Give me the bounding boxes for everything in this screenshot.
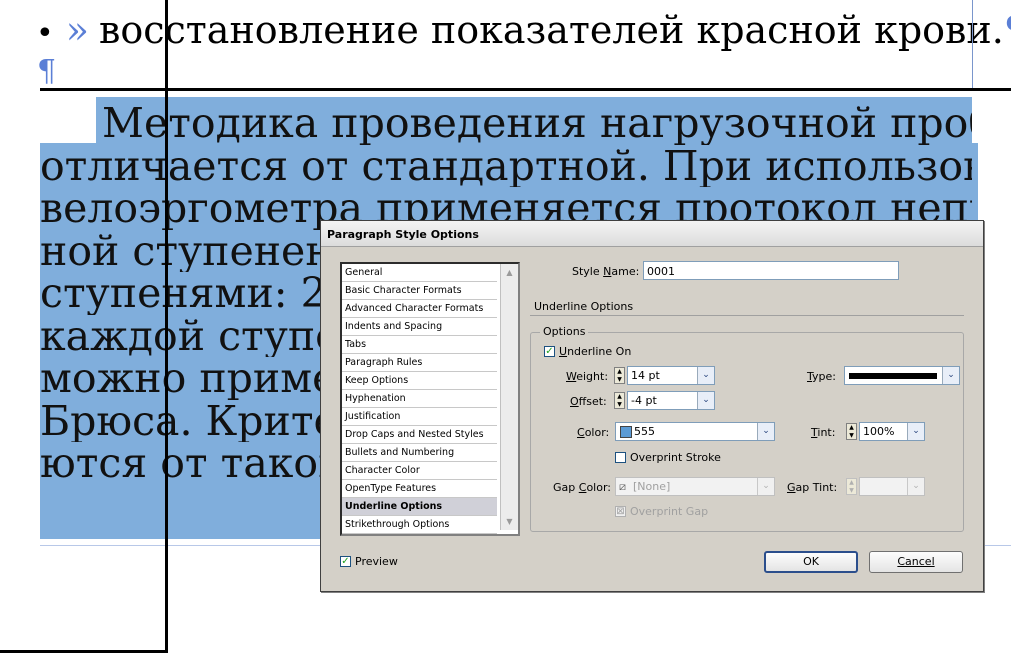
chevron-down-icon[interactable]: ⌄ [907,423,924,440]
tint-select[interactable]: 100% ⌄ [859,422,925,441]
pilcrow-mark-empty-line: ¶ [37,54,57,89]
category-list[interactable]: General Basic Character Formats Advanced C… [340,262,520,536]
spin-down-icon[interactable]: ▼ [849,432,854,439]
paragraph-rule [40,88,1011,91]
cancel-button[interactable]: Cancel [869,551,963,573]
weight-stepper[interactable]: ▲ ▼ [614,367,625,384]
preview-checkbox[interactable]: ✓ [340,556,351,567]
spin-up-icon[interactable]: ▲ [849,424,854,431]
category-item[interactable]: Underline Options [342,498,497,516]
category-item[interactable]: OpenType Features [342,480,497,498]
gap-color-select[interactable]: ⧄ [None] ⌄ [615,477,775,496]
style-name-label: Style Name: [572,265,640,278]
category-item[interactable]: Character Color [342,462,497,480]
tint-label: Tint: [811,426,836,439]
overprint-stroke-label: Overprint Stroke [630,451,721,464]
category-scrollbar[interactable]: ▲ ▼ [500,264,518,530]
paragraph-style-options-dialog: Paragraph Style Options General Basic Cha… [320,220,984,592]
offset-label: Offset: [570,395,607,408]
page-edge-line [0,650,168,653]
bullet-line: • » восстановление показателей красной кро… [36,8,1011,56]
category-item[interactable]: Basic Character Formats [342,282,497,300]
overprint-gap-label: Overprint Gap [630,505,709,518]
underline-on-label: Underline On [559,345,632,358]
column-guide-line [165,0,168,652]
overprint-stroke-checkbox[interactable] [615,452,626,463]
bullet-guillemet: » [65,8,89,52]
chevron-down-icon[interactable]: ⌄ [942,367,959,384]
ok-button[interactable]: OK [764,551,858,573]
bullet-text[interactable]: восстановление показателей красной крови… [99,8,1004,52]
weight-label: Weight: [566,370,609,383]
category-item[interactable]: Drop Caps and Nested Styles [342,426,497,444]
dialog-title: Paragraph Style Options [327,228,479,241]
spin-down-icon[interactable]: ▼ [617,376,622,383]
no-color-icon: ⧄ [619,480,626,493]
gap-tint-stepper[interactable]: ▲ ▼ [846,478,857,495]
chevron-down-icon[interactable]: ⌄ [757,478,774,495]
gap-tint-label: Gap Tint: [787,481,838,494]
color-select[interactable]: 555 ⌄ [615,422,775,441]
underline-on-checkbox[interactable]: ✓ [544,346,555,357]
frame-guide-right [972,0,973,88]
solid-line-swatch [849,373,937,379]
category-item[interactable]: Strikethrough Options [342,516,497,534]
overprint-gap-checkbox[interactable]: ⊠ [615,506,626,517]
category-item[interactable]: Keep Options [342,372,497,390]
chevron-down-icon[interactable]: ⌄ [907,478,924,495]
category-item[interactable]: Advanced Character Formats [342,300,497,318]
spin-down-icon[interactable]: ▼ [617,401,622,408]
category-item[interactable]: Indents and Spacing [342,318,497,336]
type-label: Type: [807,370,836,383]
weight-select[interactable]: 14 pt ⌄ [627,366,715,385]
chevron-down-icon[interactable]: ⌄ [697,367,714,384]
offset-value: -4 pt [631,394,657,407]
chevron-down-icon[interactable]: ⌄ [757,423,774,440]
category-item[interactable]: Hyphenation [342,390,497,408]
paragraph-line: Методика проведения нагрузочной пробы не [102,102,972,145]
category-item[interactable]: General [342,264,497,282]
category-item[interactable]: Tabs [342,336,497,354]
bullet-marker: • [36,16,54,51]
pilcrow-mark: ¶ [1004,8,1011,52]
weight-value: 14 pt [631,369,660,382]
spin-up-icon[interactable]: ▲ [849,479,854,486]
color-swatch [620,426,632,438]
color-value: 555 [634,425,655,438]
scroll-up-icon[interactable]: ▲ [501,264,518,281]
category-item[interactable]: Justification [342,408,497,426]
cancel-label: Cancel [897,555,935,568]
preview-label: Preview [355,555,398,568]
dialog-titlebar[interactable]: Paragraph Style Options [321,221,983,247]
gap-color-label: Gap Color: [553,481,611,494]
offset-stepper[interactable]: ▲ ▼ [614,392,625,409]
gap-tint-select[interactable]: ⌄ [859,477,925,496]
offset-select[interactable]: -4 pt ⌄ [627,391,715,410]
category-items: General Basic Character Formats Advanced C… [342,264,497,534]
type-select[interactable]: ⌄ [844,366,960,385]
gap-color-value: [None] [633,480,671,493]
category-item[interactable]: Paragraph Rules [342,354,497,372]
tint-value: 100% [863,425,895,438]
category-item[interactable]: Bullets and Numbering [342,444,497,462]
options-group-label: Options [540,325,589,338]
section-title: Underline Options [534,300,634,313]
style-name-input[interactable]: 0001 [643,261,899,280]
tint-stepper[interactable]: ▲ ▼ [846,423,857,440]
chevron-down-icon[interactable]: ⌄ [697,392,714,409]
spin-up-icon[interactable]: ▲ [617,368,622,375]
paragraph-line: отличается от стандартной. При использов… [40,144,972,187]
spin-up-icon[interactable]: ▲ [617,393,622,400]
scroll-down-icon[interactable]: ▼ [501,513,518,530]
section-divider [530,315,964,316]
color-label: Color: [577,426,610,439]
spin-down-icon[interactable]: ▼ [849,487,854,494]
